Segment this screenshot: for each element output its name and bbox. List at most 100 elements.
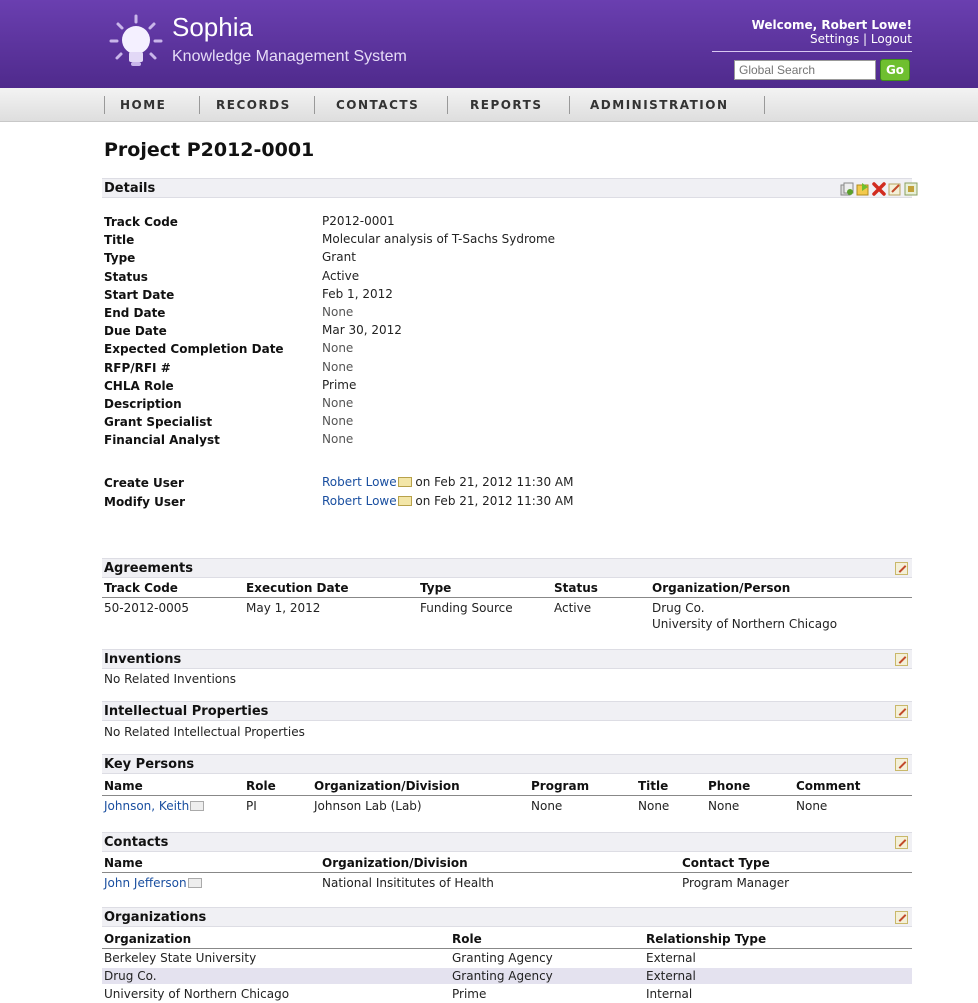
agreement-status: Active — [554, 601, 592, 615]
app-name: Sophia — [172, 12, 253, 42]
key-persons-section-title: Key Persons — [104, 757, 195, 772]
welcome-message: Welcome, Robert Lowe! — [751, 18, 912, 32]
nav-separator — [569, 96, 570, 114]
ip-section-title: Intellectual Properties — [104, 704, 269, 719]
detail-label: Type — [104, 251, 136, 265]
search-go-button[interactable]: Go — [880, 59, 910, 81]
key-person-org-link[interactable]: Johnson Lab (Lab) — [314, 799, 422, 813]
nav-separator — [199, 96, 200, 114]
agreement-track-code-link[interactable]: 50-2012-0005 — [104, 601, 189, 615]
detail-value: Feb 1, 2012 — [322, 287, 393, 301]
col-header: Name — [104, 779, 143, 793]
col-header: Organization — [104, 932, 192, 946]
contact-org-link[interactable]: National Insititutes of Health — [322, 876, 494, 890]
agreement-execution-date: May 1, 2012 — [246, 601, 321, 615]
organization-relationship: External — [646, 969, 696, 983]
contact-link[interactable]: John Jefferson — [104, 876, 187, 890]
logout-link[interactable]: Logout — [871, 32, 912, 46]
col-header: Type — [420, 581, 452, 595]
nav-separator — [314, 96, 315, 114]
ip-section-header: Intellectual Properties — [102, 701, 912, 721]
detail-value: None — [322, 396, 354, 410]
inventions-section-header: Inventions — [102, 649, 912, 669]
detail-value: Molecular analysis of T-Sachs Sydrome — [322, 232, 556, 246]
col-header: Contact Type — [682, 856, 770, 870]
edit-icon[interactable] — [895, 653, 908, 666]
detail-value: Grant — [322, 250, 356, 264]
agreement-type: Funding Source — [420, 601, 513, 615]
nav-separator — [764, 96, 765, 114]
detail-label: Description — [104, 397, 182, 411]
nav-administration[interactable]: ADMINISTRATION — [590, 98, 728, 112]
agreement-org-link[interactable]: Drug Co. — [652, 601, 705, 615]
organization-role: Prime — [452, 987, 487, 1001]
detail-label: Title — [104, 233, 135, 247]
nav-home[interactable]: HOME — [120, 98, 166, 112]
modify-user-timestamp: on Feb 21, 2012 11:30 AM — [411, 494, 574, 508]
organization-link[interactable]: Berkeley State University — [104, 951, 256, 965]
mail-icon[interactable] — [397, 477, 412, 487]
edit-icon[interactable] — [895, 562, 908, 575]
detail-value: Active — [322, 269, 360, 283]
edit-icon[interactable] — [895, 758, 908, 771]
table-divider — [102, 795, 912, 796]
print-icon[interactable] — [904, 182, 918, 196]
detail-label: Status — [104, 270, 148, 284]
global-search-input[interactable] — [734, 60, 876, 80]
key-persons-section-header: Key Persons — [102, 754, 912, 774]
modify-user-link[interactable]: Robert Lowe — [322, 494, 397, 508]
mail-icon[interactable] — [187, 878, 202, 888]
detail-value: None — [322, 414, 354, 428]
details-section-header: Details — [102, 178, 912, 198]
ip-empty-message: No Related Intellectual Properties — [104, 725, 305, 739]
organization-link[interactable]: Drug Co. — [104, 969, 157, 983]
app-header: Sophia Knowledge Management System Welco… — [0, 0, 978, 88]
nav-contacts[interactable]: CONTACTS — [336, 98, 419, 112]
mail-icon[interactable] — [397, 496, 412, 506]
settings-link[interactable]: Settings — [810, 32, 859, 46]
table-divider — [102, 948, 912, 949]
organization-relationship: External — [646, 951, 696, 965]
nav-separator — [104, 96, 105, 114]
detail-value: Prime — [322, 378, 357, 392]
delete-icon[interactable] — [872, 182, 886, 196]
create-user-link[interactable]: Robert Lowe — [322, 475, 397, 489]
detail-value: None — [322, 432, 354, 446]
agreement-org-link[interactable]: University of Northern Chicago — [652, 617, 837, 631]
main-nav: HOME RECORDS CONTACTS REPORTS ADMINISTRA… — [0, 88, 978, 122]
app-subtitle: Knowledge Management System — [172, 48, 407, 65]
copy-icon[interactable] — [840, 182, 854, 196]
detail-label: RFP/RFI # — [104, 361, 171, 375]
col-header: Role — [246, 779, 276, 793]
col-header: Organization/Division — [314, 779, 460, 793]
nav-reports[interactable]: REPORTS — [470, 98, 542, 112]
key-person-link[interactable]: Johnson, Keith — [104, 799, 189, 813]
organization-role: Granting Agency — [452, 969, 553, 983]
nav-records[interactable]: RECORDS — [216, 98, 291, 112]
key-person-phone: None — [708, 799, 740, 813]
col-header: Execution Date — [246, 581, 349, 595]
col-header: Phone — [708, 779, 751, 793]
col-header: Role — [452, 932, 482, 946]
edit-icon[interactable] — [895, 911, 908, 924]
detail-value: P2012-0001 — [322, 214, 395, 228]
detail-value: Mar 30, 2012 — [322, 323, 402, 337]
col-header: Relationship Type — [646, 932, 767, 946]
edit-icon[interactable] — [895, 836, 908, 849]
create-user-timestamp: on Feb 21, 2012 11:30 AM — [411, 475, 574, 489]
link-separator: | — [863, 32, 868, 46]
edit-icon[interactable] — [895, 705, 908, 718]
organizations-section-title: Organizations — [104, 910, 207, 925]
detail-label: Expected Completion Date — [104, 342, 284, 356]
organizations-section-header: Organizations — [102, 907, 912, 927]
user-links: Settings | Logout — [810, 32, 912, 46]
organization-relationship: Internal — [646, 987, 693, 1001]
key-person-title: None — [638, 799, 670, 813]
detail-label: Financial Analyst — [104, 433, 220, 447]
organization-link[interactable]: University of Northern Chicago — [104, 987, 289, 1001]
mail-icon[interactable] — [190, 801, 205, 811]
export-icon[interactable] — [856, 182, 870, 196]
contacts-section-header: Contacts — [102, 832, 912, 852]
col-header: Status — [554, 581, 598, 595]
edit-icon[interactable] — [888, 182, 902, 196]
